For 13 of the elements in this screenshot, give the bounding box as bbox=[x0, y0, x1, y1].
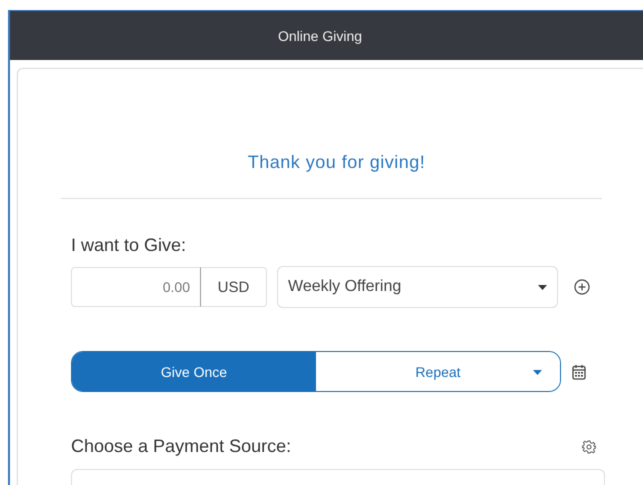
give-label: I want to Give: bbox=[71, 235, 188, 256]
currency-label: USD bbox=[201, 267, 267, 307]
amount-field[interactable]: 0.00 bbox=[71, 267, 201, 307]
fund-dropdown[interactable]: Weekly Offering bbox=[277, 266, 558, 308]
caret-icon bbox=[533, 370, 542, 375]
frequency-tab[interactable]: Give Once bbox=[72, 352, 316, 391]
caret-icon bbox=[538, 284, 547, 290]
add-icon[interactable] bbox=[574, 279, 590, 295]
settings-icon[interactable] bbox=[582, 440, 596, 454]
header-title: Online Giving bbox=[278, 28, 362, 44]
calendar-icon[interactable] bbox=[572, 364, 586, 380]
payment-label: Choose a Payment Source: bbox=[71, 436, 292, 457]
thank-you-message: Thank you for giving! bbox=[246, 152, 426, 173]
